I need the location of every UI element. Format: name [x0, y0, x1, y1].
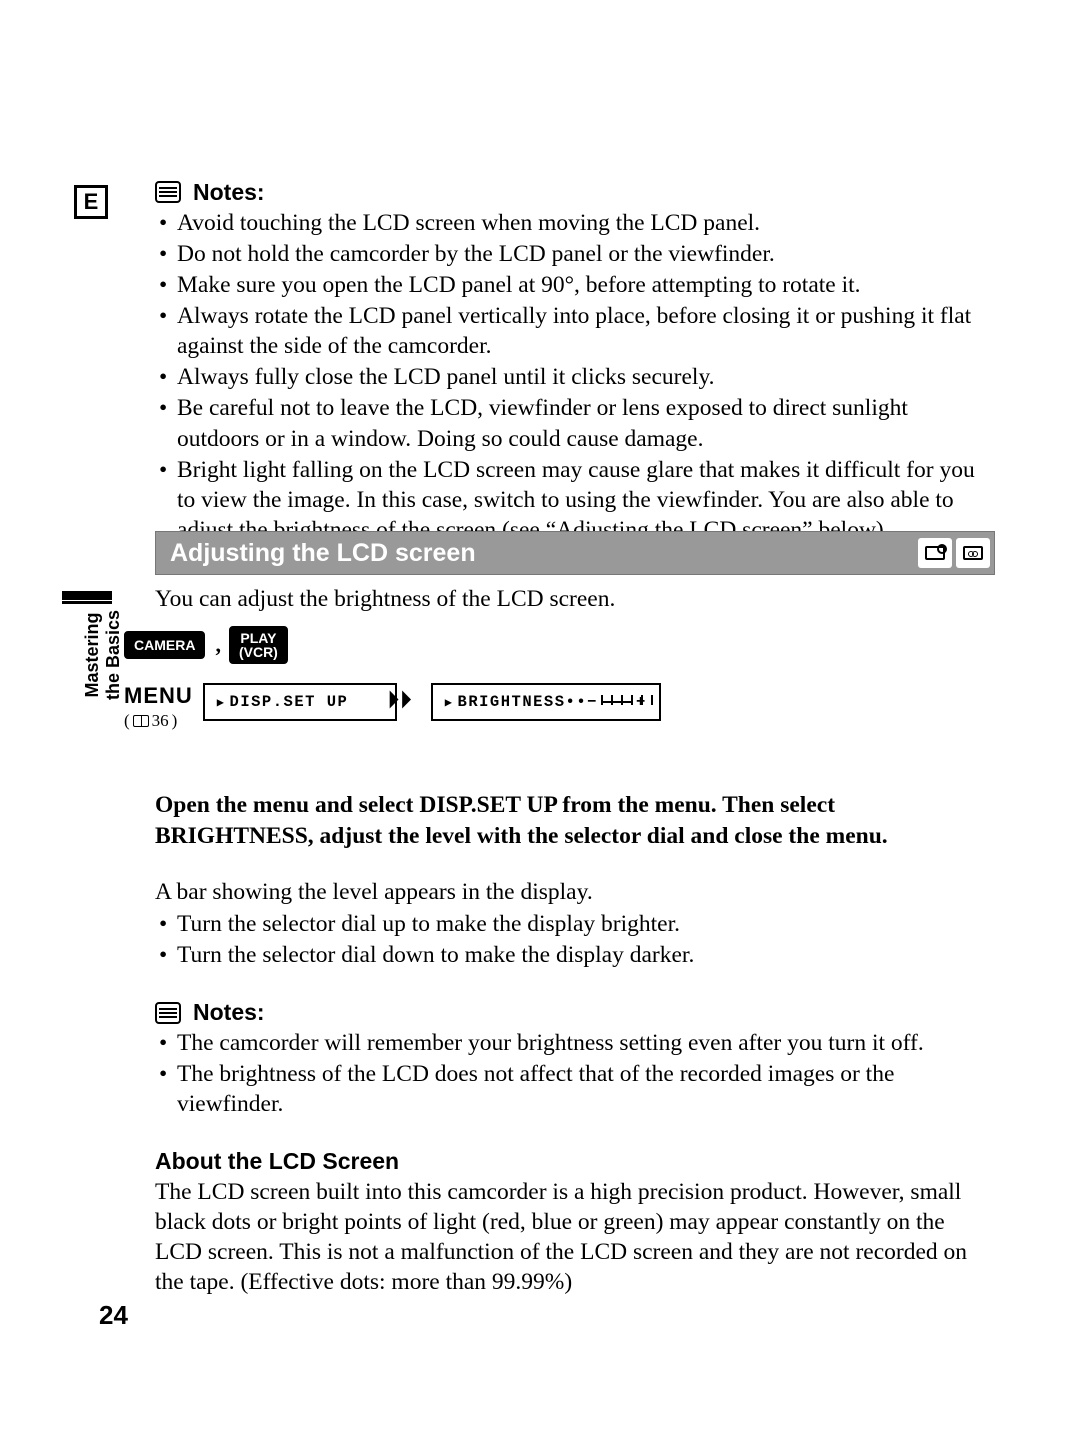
- list-item: Avoid touching the LCD screen when movin…: [159, 208, 995, 238]
- book-icon: [133, 715, 149, 727]
- card-icon: [918, 538, 952, 568]
- sidebar-chapter-label: Masteringthe Basics: [82, 610, 124, 700]
- instruction-body: A bar showing the level appears in the d…: [155, 877, 995, 907]
- notes-list-2: The camcorder will remember your brightn…: [155, 1028, 995, 1119]
- menu-box-disp-setup: ▶ DISP.SET UP ⏵⏵: [203, 683, 397, 721]
- triangle-icon: ▶: [217, 695, 226, 710]
- camera-mode-chip: CAMERA: [124, 631, 205, 659]
- instruction-bullets: Turn the selector dial up to make the di…: [155, 909, 995, 970]
- cassette-icon: [956, 538, 990, 568]
- notes-section-2: Notes: The camcorder will remember your …: [155, 998, 995, 1119]
- about-heading: About the LCD Screen: [155, 1148, 995, 1175]
- separator-comma: ,: [211, 632, 223, 658]
- menu-page-ref: ( 36): [124, 711, 193, 731]
- list-item: Be careful not to leave the LCD, viewfin…: [159, 393, 995, 453]
- list-item: Always rotate the LCD panel vertically i…: [159, 301, 995, 361]
- list-item: The camcorder will remember your brightn…: [159, 1028, 995, 1058]
- list-item: Turn the selector dial down to make the …: [159, 940, 995, 970]
- notes-label: Notes:: [193, 179, 265, 206]
- intro-text: You can adjust the brightness of the LCD…: [155, 586, 995, 613]
- list-item: Make sure you open the LCD panel at 90°,…: [159, 270, 995, 300]
- notes-label: Notes:: [193, 999, 265, 1026]
- list-item: Turn the selector dial up to make the di…: [159, 909, 995, 939]
- list-item: The brightness of the LCD does not affec…: [159, 1059, 995, 1119]
- list-item: Do not hold the camcorder by the LCD pan…: [159, 239, 995, 269]
- double-arrow-icon: ⏵⏵: [388, 691, 413, 713]
- instructions-block: Open the menu and select DISP.SET UP fro…: [155, 790, 995, 1297]
- mode-row: CAMERA , PLAY(VCR): [124, 626, 288, 664]
- menu-label-block: MENU ( 36): [124, 683, 193, 731]
- heading-icons: [918, 538, 990, 568]
- menu-path-row: MENU ( 36) ▶ DISP.SET UP ⏵⏵ ▶ BRIGHTNESS…: [124, 683, 661, 731]
- notes-list-1: Avoid touching the LCD screen when movin…: [155, 208, 995, 545]
- instruction-bold: Open the menu and select DISP.SET UP fro…: [155, 790, 995, 851]
- sidebar-rule: [62, 601, 112, 604]
- language-badge: E: [74, 185, 108, 219]
- note-icon: [155, 181, 181, 203]
- list-item: Always fully close the LCD panel until i…: [159, 362, 995, 392]
- section-heading-bar: Adjusting the LCD screen: [155, 531, 995, 575]
- sidebar-rule: [62, 591, 112, 600]
- menu-word: MENU: [124, 683, 193, 709]
- menu-box-brightness: ▶ BRIGHTNESS•• − +: [431, 683, 661, 721]
- section-title: Adjusting the LCD screen: [170, 539, 918, 568]
- triangle-icon: ▶: [445, 695, 454, 710]
- brightness-bar-icon: [601, 697, 633, 707]
- note-icon: [155, 1002, 181, 1024]
- play-vcr-mode-chip: PLAY(VCR): [229, 626, 288, 664]
- notes-section-1: Notes: Avoid touching the LCD screen whe…: [155, 178, 995, 546]
- about-body: The LCD screen built into this camcorder…: [155, 1177, 995, 1297]
- page-number: 24: [99, 1300, 128, 1331]
